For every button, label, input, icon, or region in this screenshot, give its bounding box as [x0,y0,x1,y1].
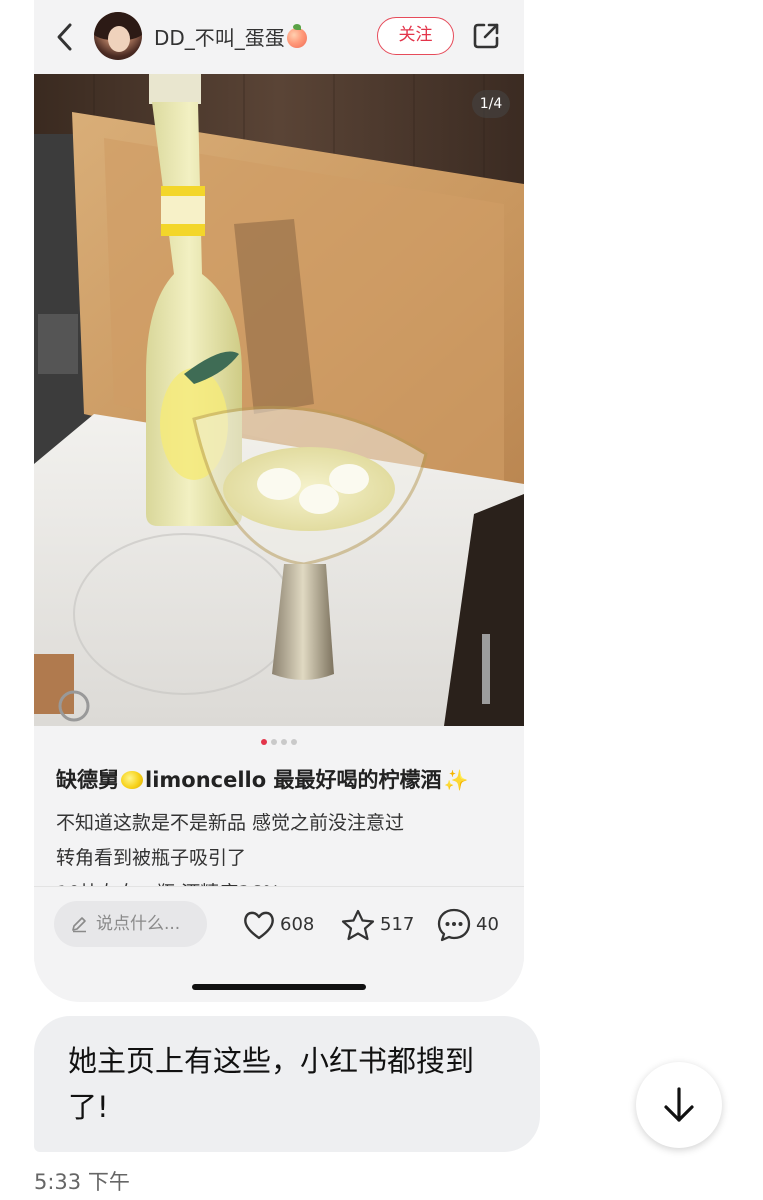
post-photo[interactable]: 1/4 [34,74,524,726]
post-body-line: 10块左右一瓶 酒精度26% [56,876,506,886]
pencil-icon [72,917,86,933]
comment-button[interactable]: 40 [436,907,499,943]
username[interactable]: DD_不叫_蛋蛋 [154,22,307,51]
collect-button[interactable]: 517 [340,907,414,943]
back-arrow-icon[interactable] [52,20,80,54]
shared-note-card[interactable]: DD_不叫_蛋蛋 关注 1/4 缺德舅 limoncello 最最好喝的柠檬酒 … [34,0,524,1002]
carousel-dot [271,739,277,745]
like-count: 608 [280,914,315,935]
comment-placeholder: 说点什么... [96,914,181,934]
chat-message-text: 她主页上有这些，小红书都搜到了! [68,1044,475,1124]
follow-button[interactable]: 关注 [377,17,454,55]
avatar[interactable] [94,12,142,60]
star-count: 517 [380,914,415,935]
carousel-dots [34,739,524,749]
scroll-to-bottom-button[interactable] [636,1062,722,1148]
chat-message-bubble[interactable]: 她主页上有这些，小红书都搜到了! [34,1016,540,1152]
carousel-dot [281,739,287,745]
arrow-down-icon [664,1087,694,1122]
post-body-line: 转角看到被瓶子吸引了 [56,847,247,869]
username-text: DD_不叫_蛋蛋 [154,26,285,50]
lemon-icon [121,771,143,789]
note-header: DD_不叫_蛋蛋 关注 [34,0,524,74]
message-timestamp: 5:33 下午 [34,1170,130,1194]
sparkles-icon: ✨ [443,768,469,792]
peach-icon [286,24,307,48]
share-icon[interactable] [470,20,502,52]
post-title: 缺德舅 limoncello 最最好喝的柠檬酒 ✨ [56,764,468,794]
action-bar: 说点什么... 608 517 40 [34,886,524,962]
carousel-dot-active [261,739,267,745]
heart-icon [244,911,274,940]
comment-input[interactable]: 说点什么... [54,901,207,947]
title-prefix: 缺德舅 [56,768,119,792]
home-indicator [192,984,366,990]
post-body-line: 不知道这款是不是新品 感觉之前没注意过 [56,812,405,834]
title-main: limoncello 最最好喝的柠檬酒 [145,768,442,792]
carousel-dot [291,739,297,745]
limoncello-photo [34,74,524,726]
star-icon [341,909,375,941]
chat-bubble-icon [437,908,471,942]
comment-count: 40 [476,914,499,935]
like-button[interactable]: 608 [242,907,314,943]
image-counter: 1/4 [472,90,510,118]
post-body: 不知道这款是不是新品 感觉之前没注意过 转角看到被瓶子吸引了 10块左右一瓶 酒… [56,806,506,886]
